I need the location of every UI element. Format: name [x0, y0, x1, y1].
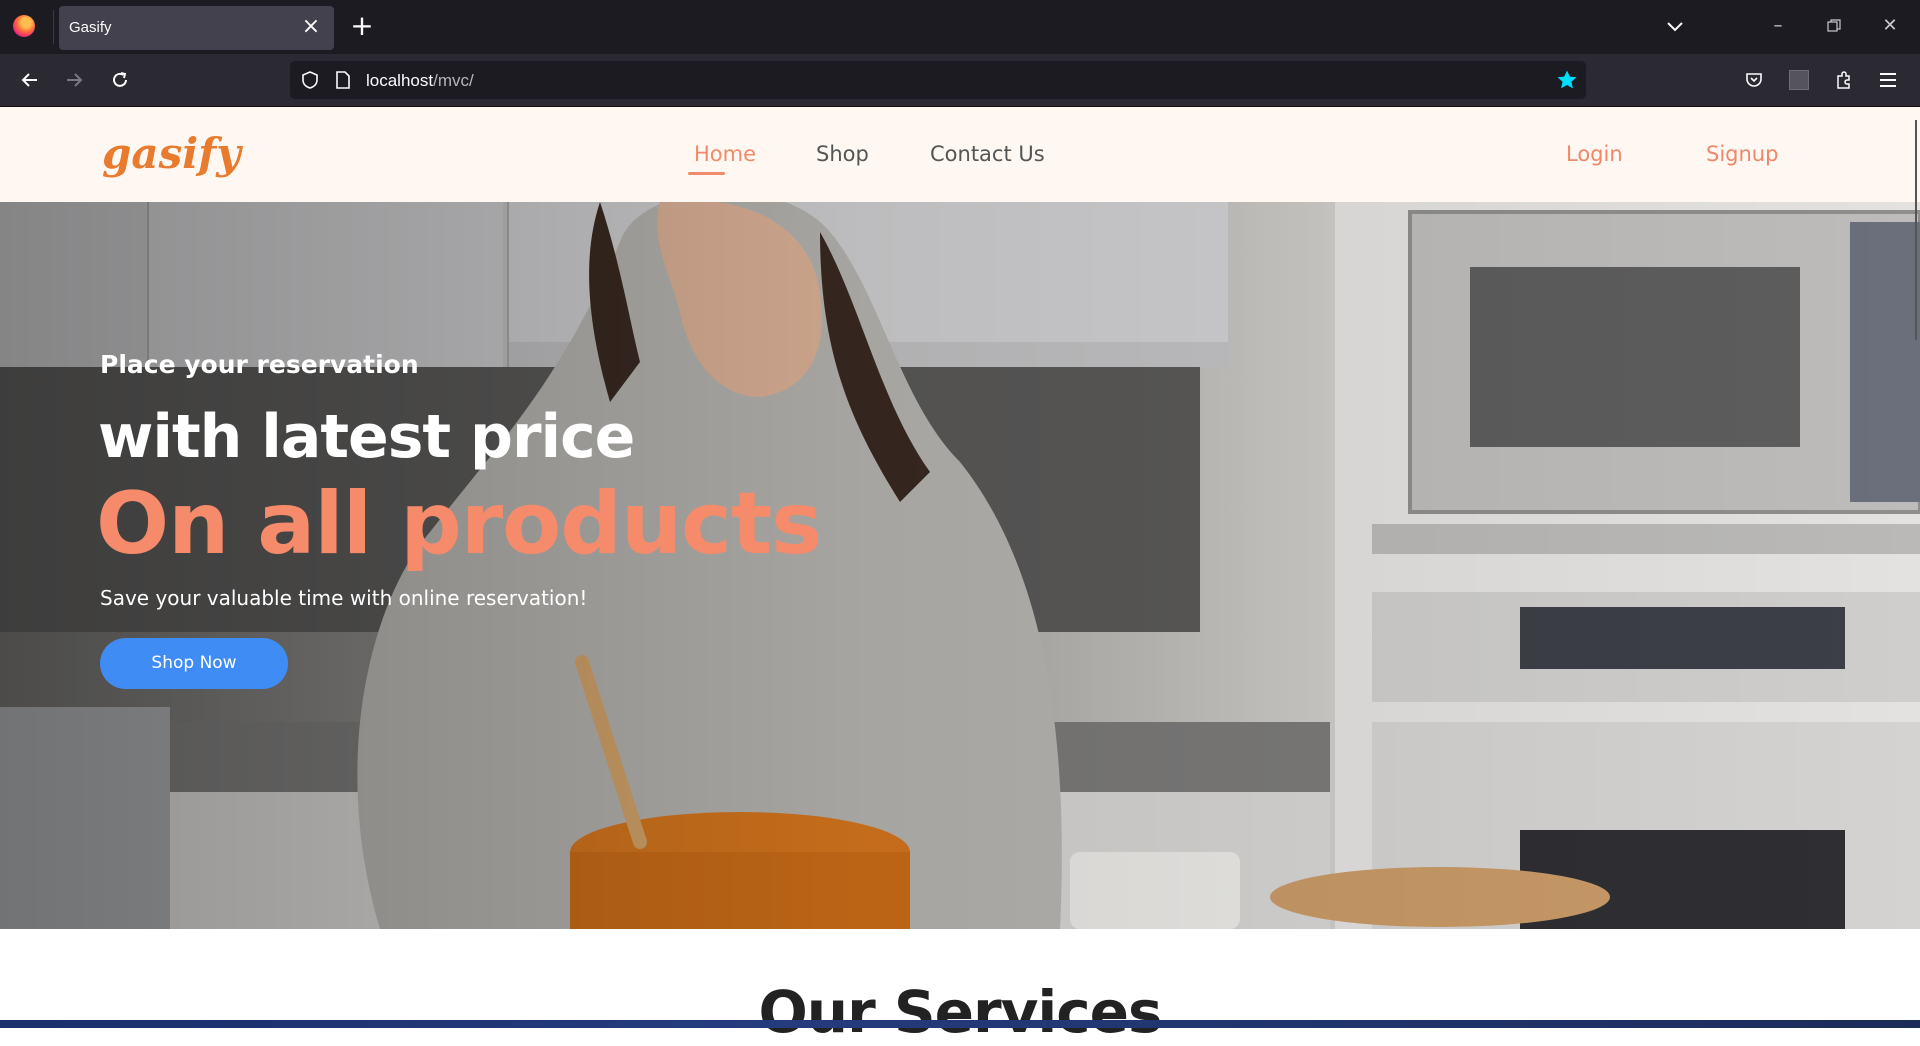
- browser-toolbar: localhost/mvc/: [0, 54, 1920, 106]
- extension-thumbnail-icon[interactable]: [1781, 62, 1817, 98]
- browser-tab-active[interactable]: Gasify ×: [59, 6, 334, 50]
- page-scrollbar[interactable]: [1915, 120, 1917, 340]
- bookmark-star-icon[interactable]: [1556, 69, 1578, 95]
- nav-shop[interactable]: Shop: [816, 142, 869, 166]
- close-icon[interactable]: ×: [298, 14, 324, 40]
- nav-home[interactable]: Home: [694, 142, 756, 166]
- shield-icon[interactable]: [300, 70, 320, 94]
- hero-banner: Place your reservation with latest price…: [0, 202, 1920, 929]
- chevron-down-icon[interactable]: [1660, 14, 1690, 40]
- minimize-icon[interactable]: –: [1758, 10, 1798, 42]
- firefox-logo-icon[interactable]: [13, 15, 35, 37]
- tab-divider: [53, 10, 54, 44]
- tab-title: Gasify: [69, 19, 112, 36]
- services-band: [0, 1020, 1920, 1028]
- window-close-icon[interactable]: ✕: [1870, 10, 1910, 42]
- brand-logo[interactable]: gasify: [102, 129, 241, 178]
- back-arrow-icon[interactable]: [12, 62, 48, 98]
- hero-headline: with latest price: [98, 402, 635, 472]
- page-icon[interactable]: [334, 70, 352, 94]
- browser-tabstrip: Gasify × + – ✕: [0, 0, 1920, 54]
- url-bar[interactable]: localhost/mvc/: [290, 61, 1586, 99]
- nav-active-indicator: [688, 172, 725, 175]
- nav-contact-us[interactable]: Contact Us: [930, 142, 1045, 166]
- pocket-icon[interactable]: [1736, 62, 1772, 98]
- shop-now-button[interactable]: Shop Now: [100, 638, 288, 689]
- restore-icon[interactable]: [1814, 10, 1854, 42]
- reload-icon[interactable]: [102, 62, 138, 98]
- login-link[interactable]: Login: [1566, 142, 1623, 166]
- hero-subtitle: Save your valuable time with online rese…: [100, 586, 588, 610]
- services-heading: Our Services: [758, 978, 1162, 1046]
- hero-kicker: Place your reservation: [100, 350, 419, 379]
- hero-highlight: On all products: [96, 474, 822, 574]
- url-text: localhost/mvc/: [366, 71, 474, 90]
- extensions-puzzle-icon[interactable]: [1826, 62, 1862, 98]
- site-header: gasify Home Shop Contact Us Login Signup: [0, 107, 1920, 202]
- new-tab-icon[interactable]: +: [348, 12, 376, 40]
- hamburger-menu-icon[interactable]: [1870, 62, 1906, 98]
- forward-arrow-icon[interactable]: [56, 62, 92, 98]
- signup-link[interactable]: Signup: [1706, 142, 1778, 166]
